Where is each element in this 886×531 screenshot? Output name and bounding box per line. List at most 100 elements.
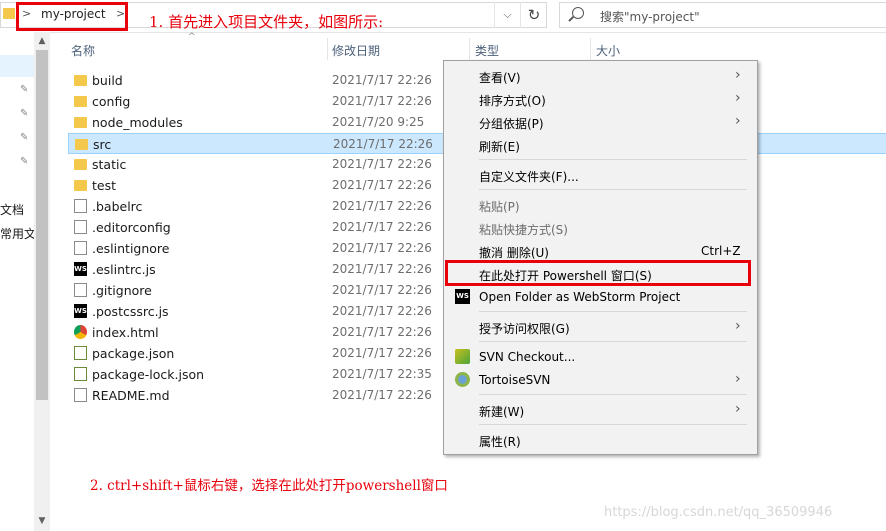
column-divider[interactable] (590, 38, 591, 60)
file-modified-date: 2021/7/17 22:26 (332, 73, 432, 87)
folder-icon (3, 8, 15, 19)
chevron-right-icon: › (735, 67, 741, 83)
menu-separator (479, 189, 747, 190)
file-name: package.json (92, 346, 175, 361)
file-modified-date: 2021/7/17 22:26 (332, 325, 432, 339)
annotation-step1: 1. 首先进入项目文件夹，如图所示: (149, 13, 384, 31)
file-name: .eslintignore (92, 241, 170, 256)
file-modified-date: 2021/7/17 22:26 (333, 137, 433, 151)
menu-separator (479, 341, 747, 342)
file-modified-date: 2021/7/17 22:26 (332, 94, 432, 108)
file-name: package-lock.json (92, 367, 205, 382)
menu-label: 属性(R) (479, 435, 521, 449)
menu-label: 刷新(E) (479, 140, 520, 154)
menu-item-svn-checkout[interactable]: SVN Checkout... (444, 346, 757, 368)
menu-shortcut: Ctrl+Z (701, 244, 741, 258)
menu-item-customize-folder[interactable]: 自定义文件夹(F)... (444, 164, 757, 186)
file-modified-date: 2021/7/17 22:26 (332, 346, 432, 360)
webstorm-icon: WS (74, 262, 87, 276)
file-name: test (92, 178, 117, 193)
file-modified-date: 2021/7/17 22:26 (332, 157, 432, 171)
file-icon (74, 199, 87, 213)
menu-label: 自定义文件夹(F)... (479, 170, 579, 184)
menu-item-new[interactable]: 新建(W) › (444, 399, 757, 421)
file-name: node_modules (92, 115, 183, 130)
chevron-right-icon: › (735, 401, 741, 417)
folder-icon (74, 180, 87, 191)
chrome-icon (74, 325, 87, 339)
menu-label: 授予访问权限(G) (479, 322, 570, 336)
menu-item-view[interactable]: 查看(V) › (444, 65, 757, 87)
menu-item-group[interactable]: 分组依据(P) › (444, 111, 757, 133)
svn-checkout-icon (455, 349, 470, 364)
menu-label: 排序方式(O) (479, 94, 546, 108)
folder-icon (74, 159, 87, 170)
menu-item-tortoisesvn[interactable]: TortoiseSVN › (444, 369, 757, 391)
chevron-right-icon: › (735, 371, 741, 387)
navigation-pane (0, 32, 34, 531)
pin-icon: ✎ (20, 132, 29, 143)
file-modified-date: 2021/7/17 22:35 (332, 367, 432, 381)
menu-separator (479, 311, 747, 312)
pin-icon: ✎ (20, 108, 29, 119)
menu-label: 粘贴(P) (479, 200, 520, 214)
column-header-name[interactable]: 名称 (71, 42, 95, 59)
tortoisesvn-icon (455, 372, 470, 387)
highlight-box-powershell (445, 260, 751, 286)
file-modified-date: 2021/7/17 22:26 (332, 178, 432, 192)
nav-item-documents[interactable]: 文档 (0, 201, 24, 218)
file-name: .editorconfig (92, 220, 171, 235)
file-name: .babelrc (92, 199, 143, 214)
menu-label: 分组依据(P) (479, 117, 544, 131)
column-divider[interactable] (327, 38, 328, 60)
column-header-date[interactable]: 修改日期 (332, 42, 380, 59)
menu-item-refresh[interactable]: 刷新(E) (444, 134, 757, 156)
menu-item-grant-access[interactable]: 授予访问权限(G) › (444, 316, 757, 338)
refresh-icon[interactable]: ↻ (520, 2, 547, 28)
folder-icon (74, 75, 87, 86)
nav-item-common-docs[interactable]: 常用文档 (0, 225, 34, 242)
file-name: src (93, 137, 112, 152)
context-menu: 查看(V) › 排序方式(O) › 分组依据(P) › 刷新(E) 自定义文件夹… (443, 60, 758, 455)
file-name: config (92, 94, 131, 109)
menu-item-undo-delete[interactable]: 撤消 删除(U) Ctrl+Z (444, 240, 757, 262)
scrollbar-thumb[interactable] (36, 50, 48, 400)
file-modified-date: 2021/7/17 22:26 (332, 199, 432, 213)
menu-item-paste-shortcut[interactable]: 粘贴快捷方式(S) (444, 217, 757, 239)
column-header-size[interactable]: 大小 (596, 42, 620, 59)
file-modified-date: 2021/7/17 22:26 (332, 241, 432, 255)
menu-label: TortoiseSVN (479, 373, 551, 387)
menu-item-open-webstorm[interactable]: WS Open Folder as WebStorm Project (444, 286, 757, 308)
chevron-right-icon: › (735, 113, 741, 129)
menu-item-paste[interactable]: 粘贴(P) (444, 194, 757, 216)
menu-label: 撤消 删除(U) (479, 246, 549, 260)
column-divider[interactable] (469, 38, 470, 60)
file-name: index.html (92, 325, 159, 340)
scroll-up-icon[interactable]: ▲ (34, 36, 50, 48)
highlight-box-address (16, 2, 128, 31)
menu-label: Open Folder as WebStorm Project (479, 290, 681, 304)
json-icon (74, 346, 87, 360)
pin-icon: ✎ (20, 156, 29, 167)
nav-item-selected[interactable] (0, 55, 34, 77)
menu-label: SVN Checkout... (479, 350, 576, 364)
file-name: .eslintrc.js (92, 262, 156, 277)
pin-icon: ✎ (20, 84, 29, 95)
webstorm-icon: WS (74, 304, 87, 318)
chevron-right-icon: › (735, 90, 741, 106)
column-header-type[interactable]: 类型 (475, 42, 499, 59)
scroll-down-icon[interactable]: ▼ (34, 516, 50, 528)
menu-item-sort[interactable]: 排序方式(O) › (444, 88, 757, 110)
menu-item-properties[interactable]: 属性(R) (444, 429, 757, 451)
address-dropdown-button[interactable]: ⌵ (494, 2, 520, 28)
search-icon (572, 7, 584, 19)
file-name: README.md (92, 388, 170, 403)
menu-separator (479, 394, 747, 395)
folder-icon (74, 96, 87, 107)
file-icon (74, 220, 87, 234)
menu-label: 查看(V) (479, 71, 521, 85)
file-icon (74, 283, 87, 297)
file-name: .gitignore (92, 283, 152, 298)
file-modified-date: 2021/7/17 22:26 (332, 304, 432, 318)
webstorm-icon: WS (455, 289, 470, 304)
